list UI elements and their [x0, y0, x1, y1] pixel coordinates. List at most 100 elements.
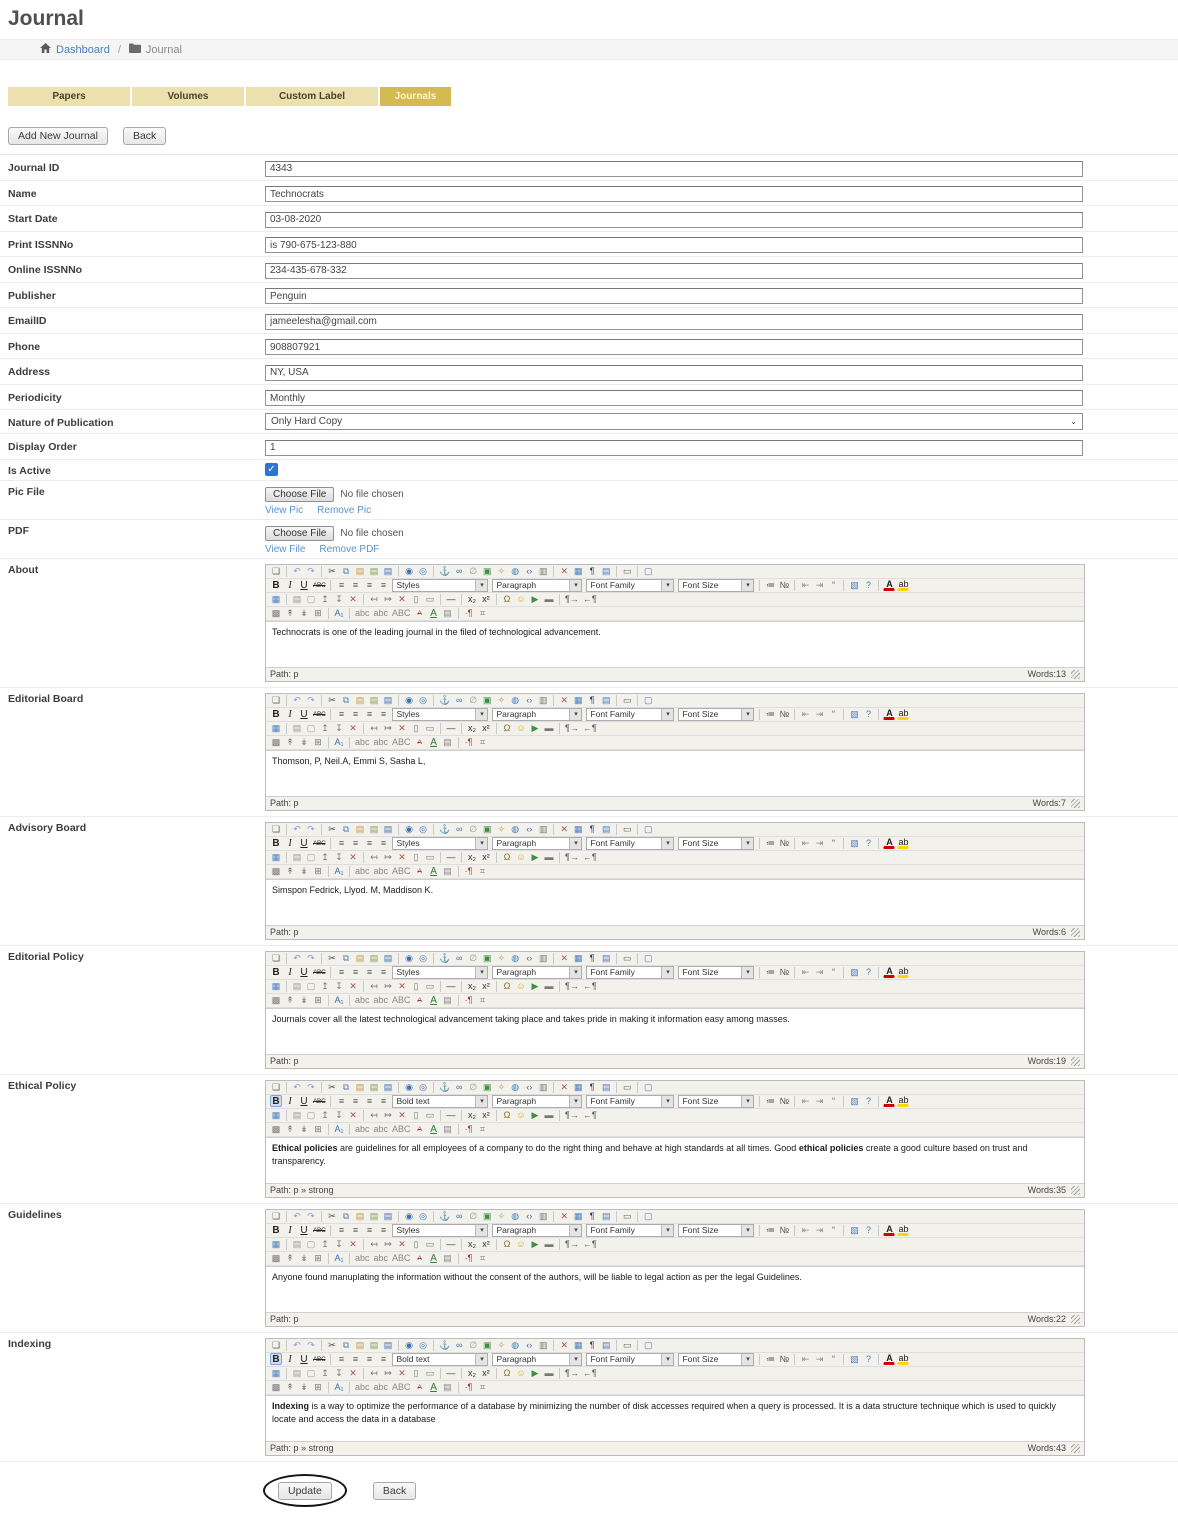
insert-layer-icon[interactable]: ▩	[270, 865, 282, 877]
align-center-icon[interactable]: ≡	[349, 708, 361, 720]
paste-word-icon[interactable]: ▤	[382, 952, 394, 964]
acronym-icon[interactable]: ABC	[391, 865, 412, 877]
abbreviation-icon[interactable]: abc	[373, 736, 390, 748]
resize-grip-icon[interactable]	[1071, 1315, 1080, 1324]
insert-col-before-icon[interactable]: ↤	[368, 1109, 380, 1121]
cut-icon[interactable]: ✂	[326, 952, 338, 964]
special-char-icon[interactable]: Ω	[501, 851, 513, 863]
insert-row-below-icon[interactable]: ↧	[333, 1367, 345, 1379]
editorial-policy-editor-content[interactable]: Journals cover all the latest technologi…	[266, 1008, 1084, 1054]
new-document-icon[interactable]: ❏	[270, 694, 282, 706]
editorial-board-editor-content[interactable]: Thomson, P, Neil.A, Emmi S, Sasha L,	[266, 750, 1084, 796]
absolute-position-icon[interactable]: ⊞	[312, 994, 324, 1006]
merge-cells-icon[interactable]: ▭	[424, 1238, 436, 1250]
find-replace-icon[interactable]: ◎	[417, 1339, 429, 1351]
split-cells-icon[interactable]: ▯	[410, 593, 422, 605]
background-color-icon[interactable]: ab	[897, 967, 909, 978]
insertion-icon[interactable]: A	[428, 1381, 440, 1393]
find-icon[interactable]: ◉	[403, 1339, 415, 1351]
remove-format-icon[interactable]: ✕	[558, 565, 570, 577]
help-icon[interactable]: ?	[862, 1353, 874, 1365]
link-icon[interactable]: ∞	[453, 1339, 465, 1351]
print-issnno-input[interactable]	[265, 237, 1083, 253]
align-right-icon[interactable]: ≡	[363, 1224, 375, 1236]
blockquote-icon[interactable]: “	[827, 1353, 839, 1365]
horizontal-rule-icon[interactable]: —	[445, 1367, 457, 1379]
copy-icon[interactable]: ⧉	[340, 565, 352, 577]
insert-row-below-icon[interactable]: ↧	[333, 722, 345, 734]
subscript-icon[interactable]: x₂	[466, 1367, 478, 1379]
image-icon[interactable]: ▣	[481, 823, 493, 835]
underline-icon[interactable]: U	[298, 966, 310, 978]
attributes-icon[interactable]: ▤	[442, 736, 454, 748]
about-editor-content[interactable]: Technocrats is one of the leading journa…	[266, 621, 1084, 667]
strikethrough-icon[interactable]: ABC	[312, 708, 326, 720]
help-icon[interactable]: ?	[862, 708, 874, 720]
font_size-select[interactable]: Font Size▾	[678, 837, 754, 850]
paste-icon[interactable]: ▤	[354, 1210, 366, 1222]
align-right-icon[interactable]: ≡	[363, 708, 375, 720]
rtl-icon[interactable]: ←¶	[582, 1109, 598, 1121]
ltr-icon[interactable]: ¶→	[564, 1367, 580, 1379]
undo-icon[interactable]: ↶	[291, 694, 303, 706]
styles-select[interactable]: Styles▾	[392, 966, 488, 979]
align-justify-icon[interactable]: ≡	[377, 708, 389, 720]
insert-image-icon[interactable]: ▧	[848, 1353, 860, 1365]
periodicity-input[interactable]	[265, 390, 1083, 406]
anchor-icon[interactable]: ⚓	[438, 952, 451, 964]
paste-icon[interactable]: ▤	[354, 952, 366, 964]
delete-row-icon[interactable]: ✕	[347, 1238, 359, 1250]
paste-icon[interactable]: ▤	[354, 823, 366, 835]
undo-icon[interactable]: ↶	[291, 823, 303, 835]
insert-col-before-icon[interactable]: ↤	[368, 1367, 380, 1379]
ltr-icon[interactable]: ¶→	[564, 980, 580, 992]
emoticons-icon[interactable]: ☺	[515, 1367, 527, 1379]
move-backward-icon[interactable]: ↡	[298, 607, 310, 619]
link-icon[interactable]: ∞	[453, 1081, 465, 1093]
styles-select[interactable]: Styles▾	[392, 837, 488, 850]
add-new-journal-button[interactable]: Add New Journal	[8, 127, 108, 145]
align-right-icon[interactable]: ≡	[363, 1095, 375, 1107]
insert-row-below-icon[interactable]: ↧	[333, 980, 345, 992]
styles-select[interactable]: Bold text▾	[392, 1353, 488, 1366]
help-icon[interactable]: ?	[862, 579, 874, 591]
media-icon[interactable]: ◍	[509, 694, 521, 706]
bold-icon[interactable]: B	[270, 1095, 282, 1107]
paste-icon[interactable]: ▤	[354, 565, 366, 577]
resize-grip-icon[interactable]	[1071, 1444, 1080, 1453]
non-breaking-icon[interactable]: ⌗	[477, 1381, 489, 1393]
unlink-icon[interactable]: ∅	[467, 952, 479, 964]
media-icon[interactable]: ◍	[509, 1339, 521, 1351]
move-forward-icon[interactable]: ↟	[284, 1252, 296, 1264]
html-icon[interactable]: ‹›	[523, 1081, 535, 1093]
citation-icon[interactable]: abc	[354, 1252, 371, 1264]
outdent-icon[interactable]: ⇤	[799, 1095, 811, 1107]
table-row-props-icon[interactable]: ▤	[291, 1109, 303, 1121]
image-icon[interactable]: ▣	[481, 1339, 493, 1351]
superscript-icon[interactable]: x²	[480, 1238, 492, 1250]
remove-format-icon[interactable]: ✕	[558, 1210, 570, 1222]
copy-icon[interactable]: ⧉	[340, 694, 352, 706]
remove-format-icon[interactable]: ✕	[558, 1081, 570, 1093]
insertion-icon[interactable]: A	[428, 865, 440, 877]
rtl-icon[interactable]: ←¶	[582, 980, 598, 992]
find-replace-icon[interactable]: ◎	[417, 1210, 429, 1222]
show-blocks-icon[interactable]: ¶	[586, 565, 598, 577]
styles-select[interactable]: Styles▾	[392, 1224, 488, 1237]
table-icon[interactable]: ▦	[572, 823, 584, 835]
delete-row-icon[interactable]: ✕	[347, 851, 359, 863]
indent-icon[interactable]: ⇥	[813, 579, 825, 591]
align-justify-icon[interactable]: ≡	[377, 966, 389, 978]
html-icon[interactable]: ‹›	[523, 694, 535, 706]
rtl-icon[interactable]: ←¶	[582, 1367, 598, 1379]
unlink-icon[interactable]: ∅	[467, 1210, 479, 1222]
split-cells-icon[interactable]: ▯	[410, 980, 422, 992]
emailid-input[interactable]	[265, 314, 1083, 330]
table-icon[interactable]: ▦	[572, 952, 584, 964]
horizontal-rule-icon[interactable]: —	[445, 851, 457, 863]
indent-icon[interactable]: ⇥	[813, 966, 825, 978]
background-color-icon[interactable]: ab	[897, 1225, 909, 1236]
publisher-input[interactable]	[265, 288, 1083, 304]
subscript-icon[interactable]: x₂	[466, 980, 478, 992]
rtl-icon[interactable]: ←¶	[582, 593, 598, 605]
